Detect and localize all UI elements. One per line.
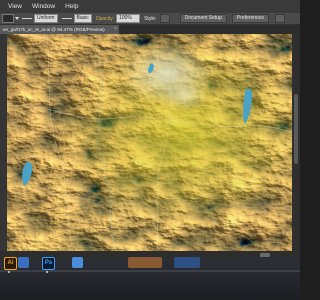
- running-indicator: [46, 271, 48, 273]
- vertical-ruler: [0, 34, 7, 251]
- menu-bar: View Window Help: [0, 0, 300, 14]
- vertical-scrollbar[interactable]: [292, 34, 300, 251]
- stroke-swatch[interactable]: [2, 14, 14, 23]
- vertical-scroll-thumb[interactable]: [294, 94, 298, 164]
- document-tab[interactable]: ee_gwf17k_ac_i9_at.ai @ 94.47% (RGB/Prev…: [0, 25, 112, 34]
- stroke-line-icon: [22, 18, 32, 19]
- control-bar: Uniform Basic Opacity: 100% Style: Docum…: [0, 13, 300, 25]
- opacity-label[interactable]: Opacity:: [96, 16, 114, 22]
- document-setup-button[interactable]: Document Setup: [179, 14, 227, 23]
- preferences-button[interactable]: Preferences: [231, 14, 269, 23]
- menu-view[interactable]: View: [3, 0, 27, 13]
- opacity-field[interactable]: 100%: [116, 14, 141, 23]
- brush-line-icon: [61, 18, 72, 19]
- document-tab-strip: ee_gwf17k_ac_i9_at.ai @ 94.47% (RGB/Prev…: [0, 25, 300, 34]
- style-label: Style:: [144, 15, 157, 22]
- brush-definition-select[interactable]: Basic: [73, 14, 92, 23]
- folder-icon[interactable]: [18, 257, 29, 268]
- menu-window[interactable]: Window: [27, 0, 60, 13]
- illustrator-icon[interactable]: Ai: [4, 257, 17, 270]
- artboard-canvas[interactable]: [7, 34, 292, 251]
- window-thumbnail-icon[interactable]: [128, 257, 162, 268]
- graphic-style-swatch[interactable]: [159, 14, 170, 23]
- variable-width-profile-select[interactable]: Uniform: [34, 14, 58, 23]
- running-indicator: [8, 271, 10, 273]
- image-viewer-icon[interactable]: [72, 257, 83, 268]
- photoshop-icon[interactable]: Ps: [42, 257, 55, 270]
- dock-shelf: [0, 270, 300, 272]
- urban-area: [163, 82, 207, 110]
- window-thumbnail-icon[interactable]: [236, 257, 290, 268]
- chevron-down-icon[interactable]: [15, 17, 19, 20]
- terrain-map-artwork: [7, 34, 292, 251]
- arrange-documents-icon[interactable]: [274, 14, 285, 23]
- menu-help[interactable]: Help: [60, 0, 83, 13]
- window-thumbnail-icon[interactable]: [174, 257, 200, 268]
- close-icon[interactable]: ×: [112, 25, 119, 34]
